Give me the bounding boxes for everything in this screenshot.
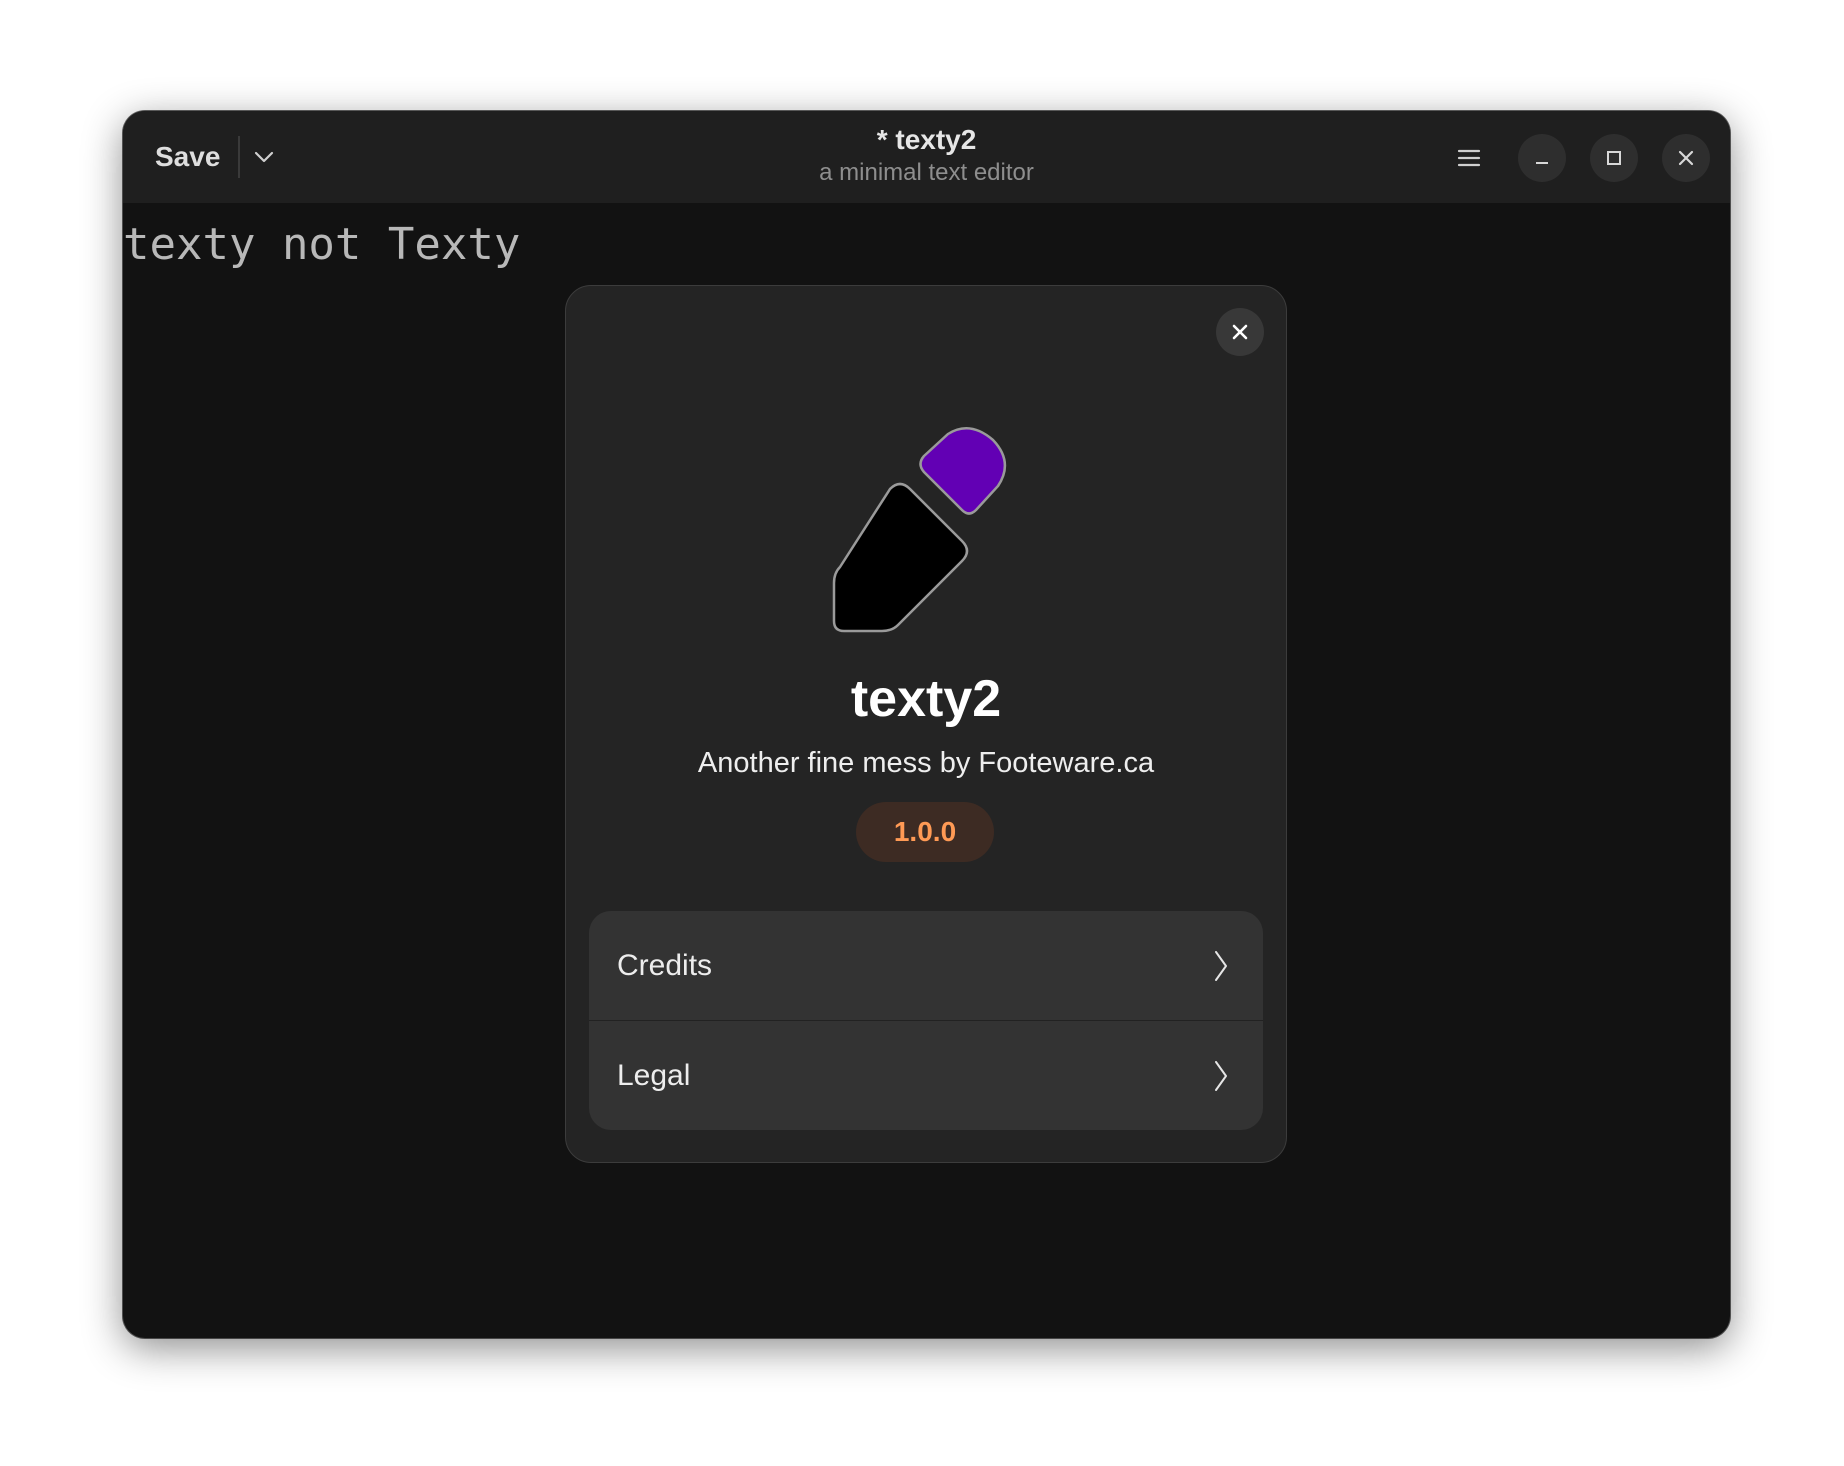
close-icon — [1232, 324, 1248, 340]
about-links-list: Credits Legal — [589, 911, 1263, 1130]
chevron-right-icon — [1215, 1060, 1227, 1091]
credits-row-label: Credits — [617, 948, 713, 982]
save-options-button[interactable] — [240, 133, 288, 181]
minimize-icon — [1536, 162, 1548, 164]
app-name: texty2 — [850, 670, 1002, 728]
app-window: Save * texty2 a minimal text editor text… — [123, 111, 1730, 1338]
hamburger-menu-icon — [1457, 149, 1481, 167]
close-window-button[interactable] — [1662, 134, 1710, 182]
close-icon — [1678, 150, 1694, 166]
about-dialog: texty2 Another fine mess by Footeware.ca… — [565, 285, 1287, 1163]
version-badge[interactable]: 1.0.0 — [856, 802, 994, 862]
header-bar: Save * texty2 a minimal text editor — [123, 111, 1730, 203]
maximize-icon — [1607, 151, 1621, 165]
main-menu-button[interactable] — [1444, 133, 1494, 183]
about-close-button[interactable] — [1216, 308, 1264, 356]
credits-row[interactable]: Credits — [589, 911, 1263, 1020]
app-logo-icon — [832, 427, 1007, 633]
minimize-button[interactable] — [1518, 134, 1566, 182]
header-controls — [1444, 133, 1710, 183]
maximize-button[interactable] — [1590, 134, 1638, 182]
app-tagline: Another fine mess by Footeware.ca — [697, 747, 1155, 779]
legal-row-label: Legal — [617, 1058, 691, 1092]
chevron-down-icon — [255, 151, 274, 163]
legal-row[interactable]: Legal — [589, 1021, 1263, 1130]
save-button[interactable]: Save — [141, 133, 238, 181]
editor-text-area[interactable]: texty not Texty — [123, 205, 520, 285]
chevron-right-icon — [1215, 950, 1227, 981]
save-split-button: Save — [141, 133, 288, 181]
